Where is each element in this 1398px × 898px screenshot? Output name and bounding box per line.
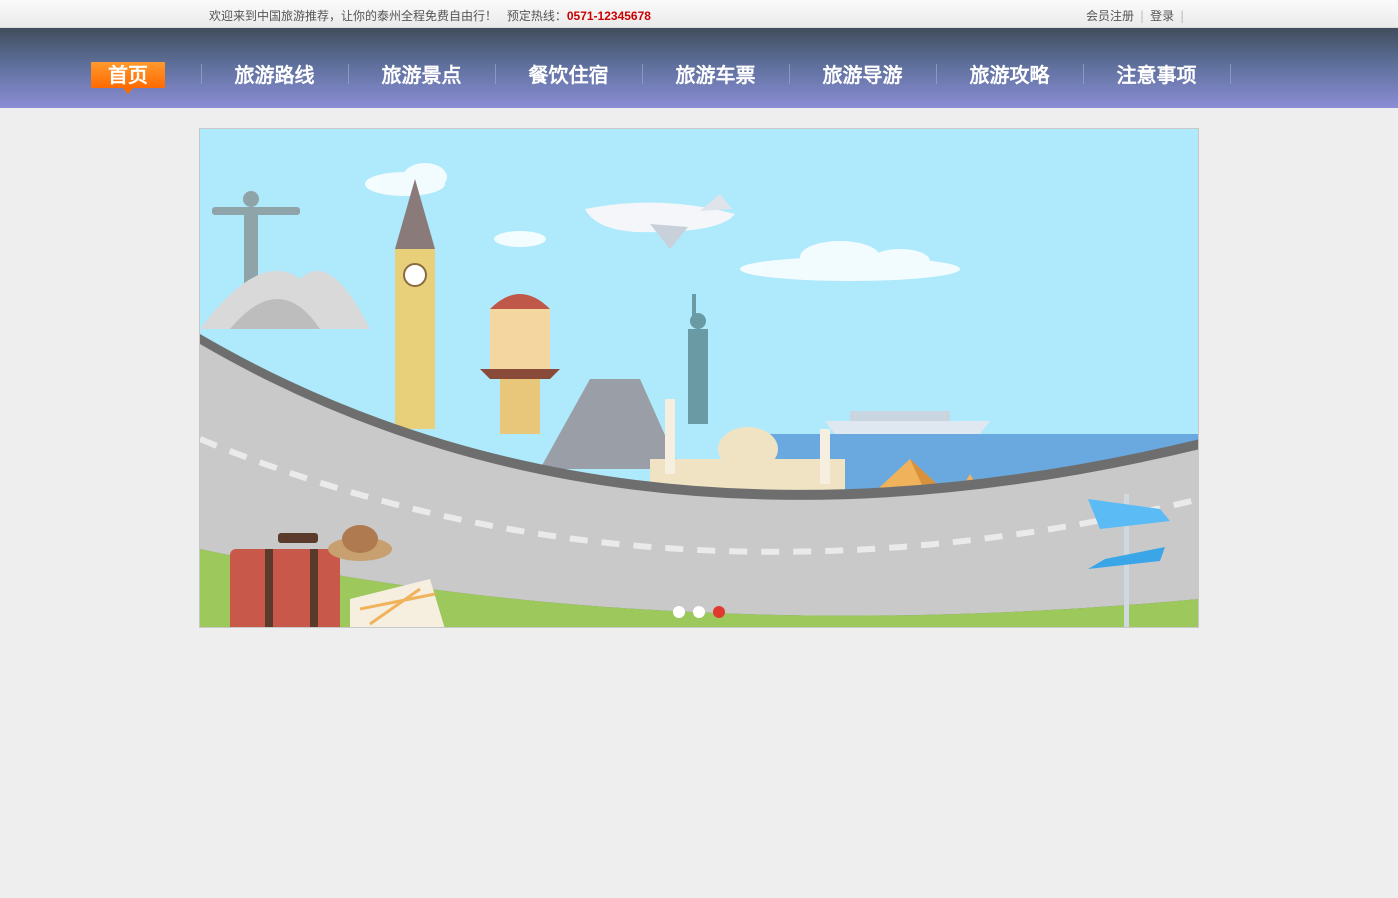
register-link[interactable]: 会员注册 [1086, 9, 1134, 23]
main-nav: 首页 旅游路线 旅游景点 餐饮住宿 旅游车票 旅游导游 旅游攻略 注意事项 [0, 28, 1398, 108]
account-links: 会员注册 | 登录 | [1086, 7, 1190, 24]
nav-item-dining-lodging[interactable]: 餐饮住宿 [513, 62, 624, 88]
nav-divider [1083, 64, 1084, 84]
link-separator: | [1180, 9, 1185, 23]
slide-dot-1[interactable] [673, 606, 685, 618]
slide-indicators [673, 606, 725, 618]
nav-item-attractions[interactable]: 旅游景点 [366, 62, 477, 88]
slide-dot-2[interactable] [693, 606, 705, 618]
hero-banner[interactable] [199, 128, 1199, 628]
nav-item-routes[interactable]: 旅游路线 [219, 62, 330, 88]
travel-illustration [200, 129, 1198, 627]
nav-divider [642, 64, 643, 84]
slide-dot-3[interactable] [713, 606, 725, 618]
nav-divider [1230, 64, 1231, 84]
nav-item-home[interactable]: 首页 [91, 62, 165, 94]
welcome-text: 欢迎来到中国旅游推荐，让你的泰州全程免费自由行！ [209, 9, 498, 23]
link-separator: | [1140, 9, 1145, 23]
welcome-message: 欢迎来到中国旅游推荐，让你的泰州全程免费自由行！ 预定热线：0571-12345… [209, 7, 651, 24]
hotline-label: 预定热线： [506, 9, 567, 23]
nav-item-strategy[interactable]: 旅游攻略 [954, 62, 1065, 88]
top-bar: 欢迎来到中国旅游推荐，让你的泰州全程免费自由行！ 预定热线：0571-12345… [0, 0, 1398, 28]
nav-divider [936, 64, 937, 84]
nav-item-tickets[interactable]: 旅游车票 [660, 62, 771, 88]
nav-item-notices[interactable]: 注意事项 [1101, 62, 1212, 88]
hotline-number: 0571-12345678 [566, 9, 651, 23]
nav-item-guides[interactable]: 旅游导游 [807, 62, 918, 88]
nav-divider [201, 64, 202, 84]
nav-divider [348, 64, 349, 84]
nav-divider [495, 64, 496, 84]
login-link[interactable]: 登录 [1150, 9, 1174, 23]
nav-divider [789, 64, 790, 84]
